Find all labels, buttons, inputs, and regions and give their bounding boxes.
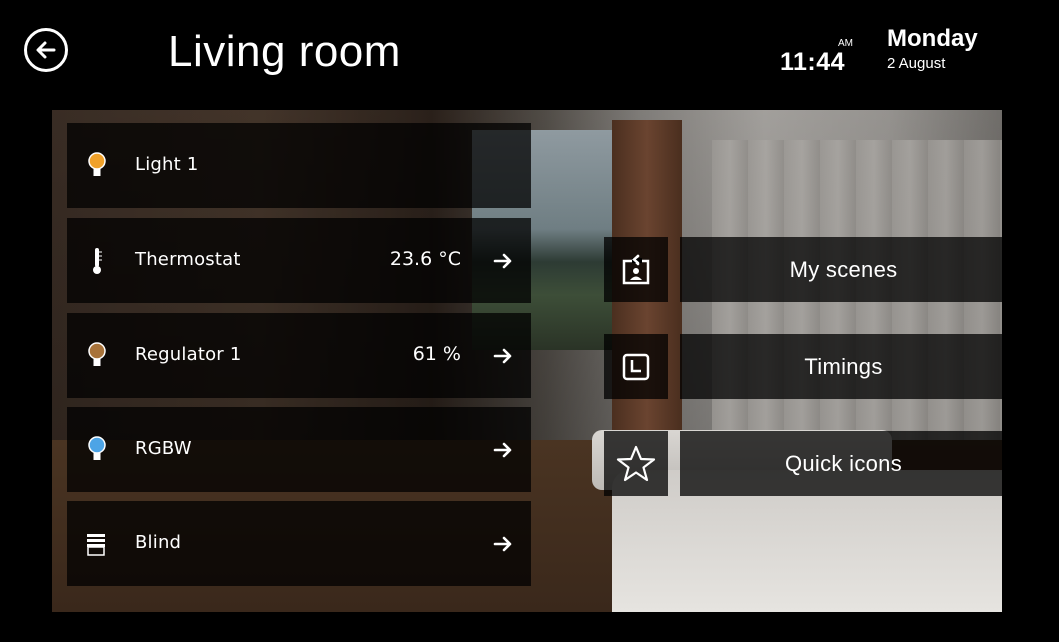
action-label: Timings bbox=[804, 353, 883, 379]
device-label: Light 1 bbox=[135, 154, 199, 175]
device-label: Blind bbox=[135, 532, 182, 553]
device-item-light-1[interactable]: Light 1 bbox=[67, 123, 531, 208]
thermometer-icon bbox=[93, 248, 102, 274]
quick-icons-label-box[interactable]: Quick icons bbox=[680, 431, 1007, 496]
back-button[interactable] bbox=[24, 28, 68, 72]
device-label: Regulator 1 bbox=[135, 344, 242, 365]
arrow-right-icon[interactable] bbox=[493, 346, 513, 366]
arrow-right-icon[interactable] bbox=[493, 440, 513, 460]
action-label: My scenes bbox=[789, 256, 898, 282]
arrow-left-circle-icon bbox=[36, 41, 56, 59]
device-value: 61 % bbox=[412, 343, 461, 365]
device-item-thermostat[interactable]: Thermostat 23.6 °C bbox=[67, 218, 531, 303]
clock-icon bbox=[622, 353, 650, 380]
bulb-icon bbox=[88, 342, 106, 366]
device-item-rgbw[interactable]: RGBW bbox=[67, 407, 531, 492]
star-icon-box[interactable] bbox=[604, 431, 668, 496]
device-value: 23.6 °C bbox=[389, 248, 461, 270]
device-item-blind[interactable]: Blind bbox=[67, 501, 531, 586]
my-scenes-label-box[interactable]: My scenes bbox=[680, 237, 1007, 302]
arrow-right-icon[interactable] bbox=[493, 251, 513, 271]
my-scenes-button[interactable]: My scenes bbox=[604, 237, 1007, 302]
clock-time: 11:44 bbox=[780, 48, 846, 76]
clock-icon-box[interactable] bbox=[604, 334, 668, 399]
timings-label-box[interactable]: Timings bbox=[680, 334, 1007, 399]
action-label: Quick icons bbox=[784, 450, 902, 476]
page-title: Living room bbox=[168, 27, 401, 76]
scene-icon-box[interactable] bbox=[604, 237, 668, 302]
date-label: 2 August bbox=[887, 55, 946, 72]
arrow-right-icon[interactable] bbox=[493, 534, 513, 554]
star-icon bbox=[616, 445, 656, 481]
scene-icon bbox=[622, 254, 650, 284]
weekday-label: Monday bbox=[887, 25, 978, 52]
device-label: Thermostat bbox=[135, 249, 241, 270]
device-item-regulator-1[interactable]: Regulator 1 61 % bbox=[67, 313, 531, 398]
timings-button[interactable]: Timings bbox=[604, 334, 1007, 399]
bulb-icon bbox=[88, 436, 106, 460]
device-label: RGBW bbox=[135, 438, 192, 459]
bulb-icon bbox=[88, 152, 106, 176]
blind-icon bbox=[87, 534, 105, 556]
quick-icons-button[interactable]: Quick icons bbox=[604, 431, 1007, 496]
